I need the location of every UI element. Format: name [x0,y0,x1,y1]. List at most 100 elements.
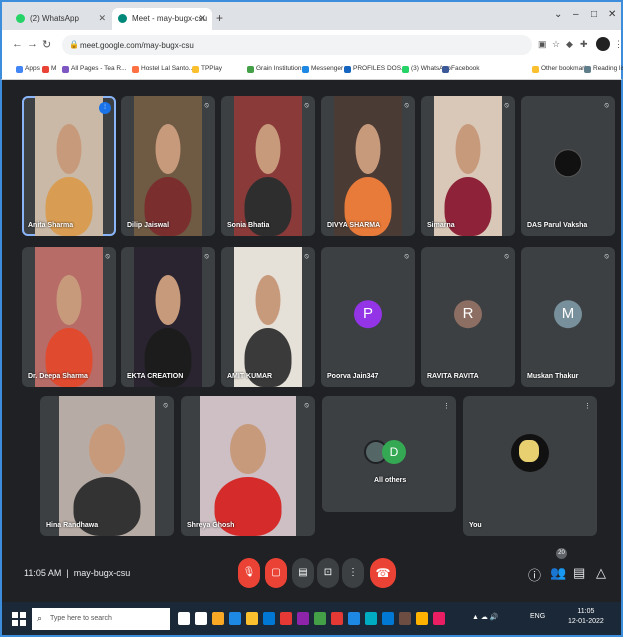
menu-dots-icon[interactable]: ⋮ [614,39,623,50]
participant-name: Poorva Jain347 [327,373,379,380]
more-options-icon[interactable]: ⋮ [584,402,591,410]
participant-tile[interactable]: ⦙ Anita Sharma [22,96,116,236]
bookmark-favicon-icon [584,66,591,73]
puzzle-icon[interactable]: ✚ [580,39,588,50]
info-icon[interactable]: ⓘ [528,565,541,584]
clock-date: 12-01-2022 [568,618,604,625]
participant-tile[interactable]: ⦸ DIVYA SHARMA [321,96,415,236]
camera-indicator-icon[interactable]: ▣ [538,39,547,50]
video-feed [234,247,302,387]
new-tab-button[interactable]: + [216,11,223,25]
participant-tile[interactable]: ⦸ EKTA CREATION [121,247,215,387]
bookmark-label: All Pages - Tea R... [71,65,127,72]
bookmark-item[interactable]: Messenger [302,65,343,73]
close-window-icon[interactable]: ✕ [608,9,616,20]
participant-tile[interactable]: M ⦸ Muskan Thakur [521,247,615,387]
taskbar-app-icon[interactable] [178,612,190,625]
star-icon[interactable]: ☆ [552,39,560,50]
bookmark-favicon-icon [62,66,69,73]
participant-tile[interactable]: P ⦸ Poorva Jain347 [321,247,415,387]
system-tray-icons[interactable]: ▲ ☁ 🔊 [472,613,499,621]
bookmark-favicon-icon [16,66,23,73]
person-head [455,124,481,174]
taskbar-app-icon[interactable] [297,612,309,625]
participant-tile[interactable]: ⦸ Shreya Ghosh [181,396,315,536]
taskbar-app-icon[interactable] [348,612,360,625]
self-tile[interactable]: ⋮ You [463,396,597,536]
others-tile[interactable]: ⋮ D All others [322,396,456,512]
taskbar-app-icon[interactable] [433,612,445,625]
taskbar-app-icon[interactable] [263,612,275,625]
forward-arrow-icon[interactable]: → [27,38,38,50]
more-dots-icon: ⋮ [348,567,358,578]
leave-call-button[interactable]: ☎ [370,558,396,588]
meeting-code: may-bugx-csu [73,568,131,578]
bookmark-favicon-icon [442,66,449,73]
taskbar-app-icon[interactable] [246,612,258,625]
close-tab-icon[interactable]: ✕ [98,13,106,24]
bookmark-item[interactable]: Other bookmarks [532,65,591,73]
participant-tile[interactable]: ⦸ DAS Parul Vaksha [521,96,615,236]
browser-tab-meet[interactable]: Meet - may-bugx-csu ✕ [112,8,212,30]
maximize-icon[interactable]: □ [591,9,597,20]
participant-tile[interactable]: R ⦸ RAVITA RAVITA [421,247,515,387]
participant-tile[interactable]: ⦸ AMIT KUMAR [221,247,315,387]
bookmark-label: Reading list [593,65,623,72]
bookmark-item[interactable]: All Pages - Tea R... [62,65,127,73]
bookmark-item[interactable]: Reading list [584,65,623,73]
participant-name: Anita Sharma [28,222,74,229]
taskbar-app-icon[interactable] [280,612,292,625]
bookmark-label: PROFILES DOS... [353,65,407,72]
person-head [255,124,281,174]
participant-tile[interactable]: ⦸ Dilip Jaiswal [121,96,215,236]
bookmark-item[interactable]: Hostel Lal Santo... [132,65,194,73]
close-tab-icon[interactable]: ✕ [198,13,206,24]
bookmark-label: M [51,65,57,72]
bookmark-item[interactable]: Apps [16,65,40,73]
taskbar-app-icon[interactable] [195,612,207,625]
extensions-icon[interactable]: ◆ [566,39,573,50]
captions-button[interactable]: ▤ [292,558,314,588]
bookmark-item[interactable]: PROFILES DOS... [344,65,407,73]
taskbar-app-icon[interactable] [416,612,428,625]
taskbar-app-icon[interactable] [399,612,411,625]
windows-start-icon[interactable] [12,612,26,626]
language-indicator[interactable]: ENG [530,613,545,620]
taskbar-app-icon[interactable] [229,612,241,625]
chevron-down-icon[interactable]: ⌄ [554,9,562,20]
browser-tab-whatsapp[interactable]: (2) WhatsApp ✕ [10,8,112,30]
url-bar[interactable]: 🔒 meet.google.com/may-bugx-csu [62,35,532,55]
camera-off-button[interactable]: ▢ [265,558,287,588]
profile-avatar[interactable] [596,37,610,51]
people-icon[interactable]: 👥 [550,565,566,581]
reload-icon[interactable]: ↻ [42,38,51,51]
activities-icon[interactable]: △ [596,565,606,581]
more-options-button[interactable]: ⋮ [342,558,364,588]
taskbar-app-icon[interactable] [365,612,377,625]
present-button[interactable]: ⊡ [317,558,339,588]
participant-tile[interactable]: ⦸ Dr. Deepa Sharma [22,247,116,387]
mic-off-button[interactable]: 🎙 [238,558,260,588]
taskbar-clock[interactable]: 11:05 12-01-2022 [568,607,604,627]
taskbar-search-input[interactable]: ⌕ Type here to search [32,608,170,630]
minimize-icon[interactable]: – [573,9,579,20]
bookmark-favicon-icon [42,66,49,73]
participant-tile[interactable]: ⦸ Sonia Bhatia [221,96,315,236]
taskbar-app-icon[interactable] [382,612,394,625]
participant-name: Simarna [427,222,455,229]
participant-tile[interactable]: ⦸ Simarna [421,96,515,236]
taskbar-app-icon[interactable] [314,612,326,625]
bookmark-item[interactable]: TPPlay [192,65,222,73]
more-options-icon[interactable]: ⋮ [443,402,450,410]
address-toolbar: ← → ↻ 🔒 meet.google.com/may-bugx-csu ▣ ☆… [0,30,623,60]
back-arrow-icon[interactable]: ← [12,38,23,50]
bookmark-item[interactable]: M [42,65,57,73]
chat-icon[interactable]: ▤ [573,565,585,581]
taskbar-app-icon[interactable] [331,612,343,625]
taskbar-app-icon[interactable] [212,612,224,625]
bookmark-label: Facebook [451,65,480,72]
participant-tile[interactable]: ⦸ Hina Randhawa [40,396,174,536]
bookmark-item[interactable]: Facebook [442,65,480,73]
participant-count-badge: 20 [556,548,567,559]
bookmark-item[interactable]: Grain Institutions [247,65,305,73]
